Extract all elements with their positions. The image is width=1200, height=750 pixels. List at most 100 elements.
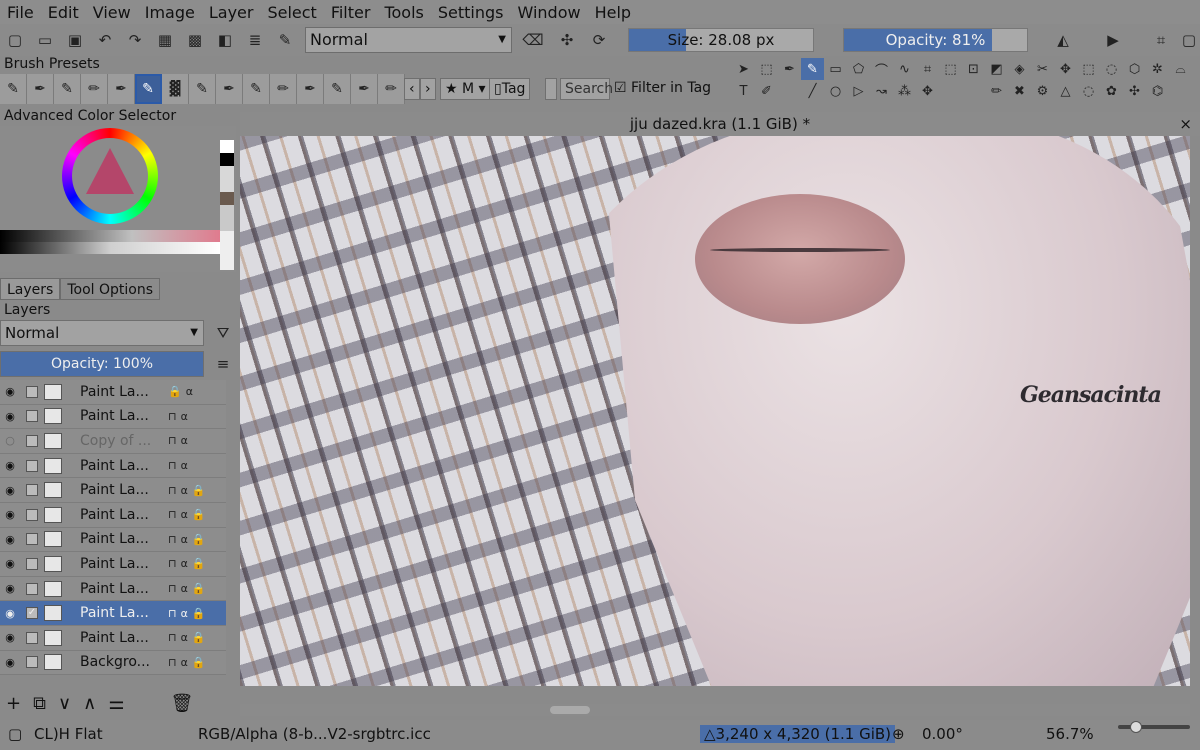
layer-flags-icon[interactable]: ⊓α🔒 — [168, 582, 210, 595]
visibility-eye-icon[interactable]: ◉ — [0, 631, 20, 644]
layer-checkbox[interactable] — [26, 508, 38, 521]
zoom-slider-knob[interactable] — [1130, 721, 1142, 733]
layer-row[interactable]: ◉ Paint La... ⊓α🔒 — [0, 478, 226, 503]
brush-preset-item[interactable]: ✎ — [324, 74, 351, 104]
crop-icon[interactable]: ⌗ — [916, 58, 939, 80]
layer-checkbox[interactable] — [26, 656, 38, 669]
layer-checkbox[interactable] — [26, 582, 38, 595]
select-shapes-icon[interactable]: ➤ — [732, 58, 755, 80]
smart-patch-icon[interactable]: ✖ — [1008, 80, 1031, 102]
drawing-canvas[interactable]: Geansacinta — [240, 136, 1190, 686]
layer-flags-icon[interactable]: ⊓α🔒 — [168, 557, 210, 570]
brush-preset-item[interactable]: ✒ — [297, 74, 324, 104]
scrollbar-thumb[interactable] — [550, 706, 590, 714]
menu-file[interactable]: File — [0, 3, 41, 22]
canvas-only-icon[interactable]: ▢ — [1178, 29, 1200, 51]
menu-layer[interactable]: Layer — [202, 3, 261, 22]
ellipse-tool-icon[interactable]: ○ — [824, 80, 847, 102]
layer-flags-icon[interactable]: ⊓α🔒 — [168, 484, 210, 497]
line-tool-icon[interactable]: ╱ — [801, 80, 824, 102]
layer-options-menu-icon[interactable]: ≡ — [212, 353, 234, 375]
move-tool-icon[interactable]: ✥ — [916, 80, 939, 102]
color-history-strip[interactable] — [220, 140, 234, 270]
menu-settings[interactable]: Settings — [431, 3, 511, 22]
similar-select-icon[interactable]: ✣ — [1123, 80, 1146, 102]
brush-preset-item[interactable]: ✒ — [108, 74, 135, 104]
magnetic-select-icon[interactable]: ⌬ — [1146, 80, 1169, 102]
polygon-select-icon[interactable]: ⬡ — [1123, 58, 1146, 80]
rect-select-icon[interactable]: ⬚ — [1077, 58, 1100, 80]
brush-preset-item[interactable]: ✎ — [54, 74, 81, 104]
freehand-select-icon[interactable]: ◌ — [1077, 80, 1100, 102]
measure-angle-icon[interactable]: △ — [1054, 80, 1077, 102]
polyline-tool-icon[interactable]: ▷ — [847, 80, 870, 102]
layer-flags-icon[interactable]: ⊓α — [168, 410, 192, 423]
layer-row[interactable]: ○ Copy of ... ⊓α — [0, 429, 226, 454]
brush-settings-icon[interactable]: ≣ — [244, 29, 266, 51]
layer-flags-icon[interactable]: ⊓α🔒 — [168, 631, 210, 644]
add-layer-icon[interactable]: + — [6, 693, 21, 714]
layer-flags-icon[interactable]: ⊓α🔒 — [168, 508, 210, 521]
layer-row[interactable]: ◉ Backgro... ⊓α🔒 — [0, 650, 226, 676]
visibility-eye-icon[interactable]: ○ — [0, 434, 20, 447]
reload-preset-icon[interactable]: ⟳ — [588, 29, 610, 51]
duplicate-layer-icon[interactable]: ⧉ — [33, 693, 46, 714]
layer-blend-mode-select[interactable]: Normal ▼ — [0, 320, 204, 346]
brush-preset-item[interactable]: ✒ — [216, 74, 243, 104]
freehand-path-icon[interactable]: ↝ — [870, 80, 893, 102]
layer-row[interactable]: ◉ Paint La... ⊓α🔒 — [0, 552, 226, 577]
value-gradient-bar[interactable] — [0, 242, 220, 254]
menu-help[interactable]: Help — [588, 3, 638, 22]
preset-search-input[interactable]: Search — [560, 78, 613, 100]
layer-flags-icon[interactable]: 🔒α — [168, 385, 197, 398]
blend-mode-select[interactable]: Normal ▼ — [305, 27, 512, 53]
brush-preset-icon[interactable]: ✎ — [274, 29, 296, 51]
document-tab[interactable]: jju dazed.kra (1.1 GiB) * × — [240, 112, 1200, 136]
brush-preset-item[interactable]: ▓ — [162, 74, 189, 104]
foreground-background-color-icon[interactable]: ◧ — [214, 29, 236, 51]
brush-preset-item[interactable]: ✏ — [378, 74, 405, 104]
brush-preset-item-selected[interactable]: ✎ — [135, 74, 162, 104]
brush-preset-item[interactable]: ✎ — [0, 74, 27, 104]
layer-row[interactable]: ◉ Paint La... ⊓α🔒 — [0, 625, 226, 651]
menu-tools[interactable]: Tools — [377, 3, 430, 22]
layer-row[interactable]: ◉ Paint La... ⊓α🔒 — [0, 502, 226, 528]
colorize-mask-icon[interactable]: ⚙ — [1031, 80, 1054, 102]
color-gradient-bar[interactable] — [0, 230, 220, 242]
redo-icon[interactable]: ↷ — [124, 29, 146, 51]
layer-flags-icon[interactable]: ⊓α🔒 — [168, 533, 210, 546]
move-layer-down-icon[interactable]: ∨ — [58, 693, 71, 714]
layer-row[interactable]: ◉ Paint La... 🔒α — [0, 380, 226, 405]
visibility-eye-icon[interactable]: ◉ — [0, 410, 20, 423]
horizontal-scrollbar[interactable] — [240, 704, 1190, 716]
menu-image[interactable]: Image — [138, 3, 202, 22]
pattern-icon[interactable]: ▩ — [184, 29, 206, 51]
brush-preset-item[interactable]: ✏ — [270, 74, 297, 104]
layer-row[interactable]: ◉ Paint La... ⊓α🔒 — [0, 576, 226, 602]
move-layer-up-icon[interactable]: ∧ — [83, 693, 96, 714]
brush-tool-icon[interactable]: ✐ — [755, 80, 778, 102]
layer-properties-icon[interactable]: ⚌ — [108, 693, 124, 714]
layer-checkbox[interactable] — [26, 385, 38, 398]
open-folder-icon[interactable]: ▭ — [34, 29, 56, 51]
tag-button[interactable]: ▯Tag — [489, 78, 531, 100]
undo-icon[interactable]: ↶ — [94, 29, 116, 51]
saturation-value-triangle[interactable] — [86, 148, 134, 194]
tag-menu-button[interactable]: ★ M ▾ — [440, 78, 491, 100]
new-document-icon[interactable]: ▢ — [4, 29, 26, 51]
rectangle-tool-icon[interactable]: ▭ — [824, 58, 847, 80]
measure-icon[interactable]: ✂ — [1031, 58, 1054, 80]
layer-flags-icon[interactable]: ⊓α — [168, 459, 192, 472]
ellipse-select-icon[interactable]: ◌ — [1100, 58, 1123, 80]
visibility-eye-icon[interactable]: ◉ — [0, 557, 20, 570]
transform-icon[interactable]: ⬚ — [939, 58, 962, 80]
delete-layer-icon[interactable]: 🗑 — [170, 693, 193, 714]
text-tool-icon[interactable]: T — [732, 80, 755, 102]
presets-prev-button[interactable]: ‹ — [404, 78, 420, 100]
menu-select[interactable]: Select — [260, 3, 323, 22]
visibility-eye-icon[interactable]: ◉ — [0, 533, 20, 546]
brush-preset-item[interactable]: ✎ — [189, 74, 216, 104]
mirror-horizontal-icon[interactable]: ◭ — [1052, 29, 1074, 51]
layer-row[interactable]: ◉ Paint La... ⊓α — [0, 404, 226, 430]
bezier-tool-icon[interactable]: ⌒ — [870, 58, 893, 80]
